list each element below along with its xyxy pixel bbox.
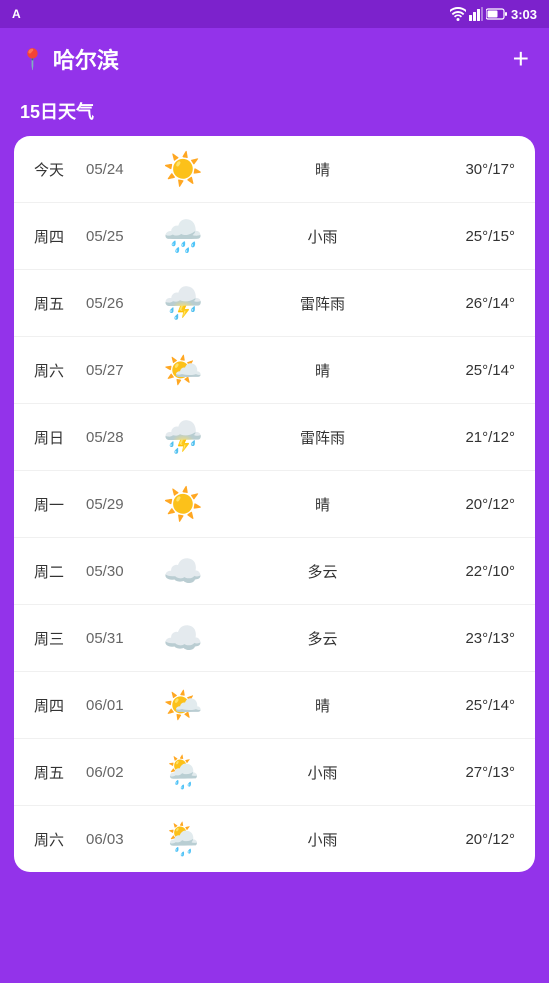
weather-row[interactable]: 周三 05/31 ☁️ 多云 23°/13° [14, 605, 535, 672]
condition-label: 小雨 [210, 762, 435, 783]
day-label: 周四 [34, 695, 86, 716]
wifi-icon [450, 7, 466, 21]
condition-label: 雷阵雨 [210, 293, 435, 314]
temp-label: 22°/10° [435, 563, 515, 580]
date-label: 05/28 [86, 429, 156, 446]
weather-row[interactable]: 周四 06/01 🌤️ 晴 25°/14° [14, 672, 535, 739]
weather-card-container: 今天 05/24 ☀️ 晴 30°/17° 周四 05/25 🌧️ 小雨 25°… [0, 136, 549, 872]
temp-label: 20°/12° [435, 496, 515, 513]
condition-label: 晴 [210, 494, 435, 515]
temp-label: 30°/17° [435, 161, 515, 178]
day-label: 周四 [34, 226, 86, 247]
day-label: 周五 [34, 762, 86, 783]
day-label: 今天 [34, 159, 86, 180]
day-label: 周六 [34, 829, 86, 850]
day-label: 周六 [34, 360, 86, 381]
day-label: 周一 [34, 494, 86, 515]
condition-label: 晴 [210, 360, 435, 381]
date-label: 05/25 [86, 228, 156, 245]
day-label: 周五 [34, 293, 86, 314]
temp-label: 25°/14° [435, 362, 515, 379]
app-header: 📍 哈尔滨 + [0, 28, 549, 90]
weather-icon: ☀️ [156, 485, 210, 523]
date-label: 05/31 [86, 630, 156, 647]
weather-icon: ☀️ [156, 150, 210, 188]
status-time: 3:03 [511, 7, 537, 22]
date-label: 05/24 [86, 161, 156, 178]
temp-label: 27°/13° [435, 764, 515, 781]
weather-card: 今天 05/24 ☀️ 晴 30°/17° 周四 05/25 🌧️ 小雨 25°… [14, 136, 535, 872]
condition-label: 晴 [210, 159, 435, 180]
date-label: 05/29 [86, 496, 156, 513]
date-label: 06/03 [86, 831, 156, 848]
day-label: 周日 [34, 427, 86, 448]
weather-icon: 🌤️ [156, 351, 210, 389]
temp-label: 21°/12° [435, 429, 515, 446]
condition-label: 小雨 [210, 829, 435, 850]
status-app-label: A [12, 7, 21, 21]
condition-label: 晴 [210, 695, 435, 716]
weather-row[interactable]: 周五 05/26 ⛈️ 雷阵雨 26°/14° [14, 270, 535, 337]
temp-label: 20°/12° [435, 831, 515, 848]
weather-row[interactable]: 周六 05/27 🌤️ 晴 25°/14° [14, 337, 535, 404]
weather-row[interactable]: 周二 05/30 ☁️ 多云 22°/10° [14, 538, 535, 605]
weather-icon: 🌧️ [156, 217, 210, 255]
temp-label: 25°/15° [435, 228, 515, 245]
date-label: 06/01 [86, 697, 156, 714]
weather-row[interactable]: 周一 05/29 ☀️ 晴 20°/12° [14, 471, 535, 538]
condition-label: 多云 [210, 561, 435, 582]
temp-label: 23°/13° [435, 630, 515, 647]
battery-icon [486, 8, 508, 20]
weather-row[interactable]: 周六 06/03 🌦️ 小雨 20°/12° [14, 806, 535, 872]
weather-row[interactable]: 周四 05/25 🌧️ 小雨 25°/15° [14, 203, 535, 270]
date-label: 05/26 [86, 295, 156, 312]
weather-row[interactable]: 今天 05/24 ☀️ 晴 30°/17° [14, 136, 535, 203]
weather-icon: ⛈️ [156, 284, 210, 322]
add-city-button[interactable]: + [513, 45, 529, 73]
weather-icon: ⛈️ [156, 418, 210, 456]
status-icons: 3:03 [450, 7, 537, 22]
location-icon: 📍 [20, 47, 45, 72]
weather-icon: 🌦️ [156, 753, 210, 791]
signal-icon [469, 7, 483, 21]
status-bar: A 3:03 [0, 0, 549, 28]
date-label: 06/02 [86, 764, 156, 781]
condition-label: 雷阵雨 [210, 427, 435, 448]
weather-icon: ☁️ [156, 619, 210, 657]
day-label: 周二 [34, 561, 86, 582]
weather-row[interactable]: 周五 06/02 🌦️ 小雨 27°/13° [14, 739, 535, 806]
temp-label: 25°/14° [435, 697, 515, 714]
weather-icon: 🌦️ [156, 820, 210, 858]
date-label: 05/27 [86, 362, 156, 379]
condition-label: 小雨 [210, 226, 435, 247]
date-label: 05/30 [86, 563, 156, 580]
weather-icon: 🌤️ [156, 686, 210, 724]
condition-label: 多云 [210, 628, 435, 649]
weather-row[interactable]: 周日 05/28 ⛈️ 雷阵雨 21°/12° [14, 404, 535, 471]
city-name: 哈尔滨 [53, 43, 119, 75]
section-title: 15日天气 [0, 90, 549, 136]
temp-label: 26°/14° [435, 295, 515, 312]
weather-icon: ☁️ [156, 552, 210, 590]
day-label: 周三 [34, 628, 86, 649]
header-left: 📍 哈尔滨 [20, 43, 119, 75]
